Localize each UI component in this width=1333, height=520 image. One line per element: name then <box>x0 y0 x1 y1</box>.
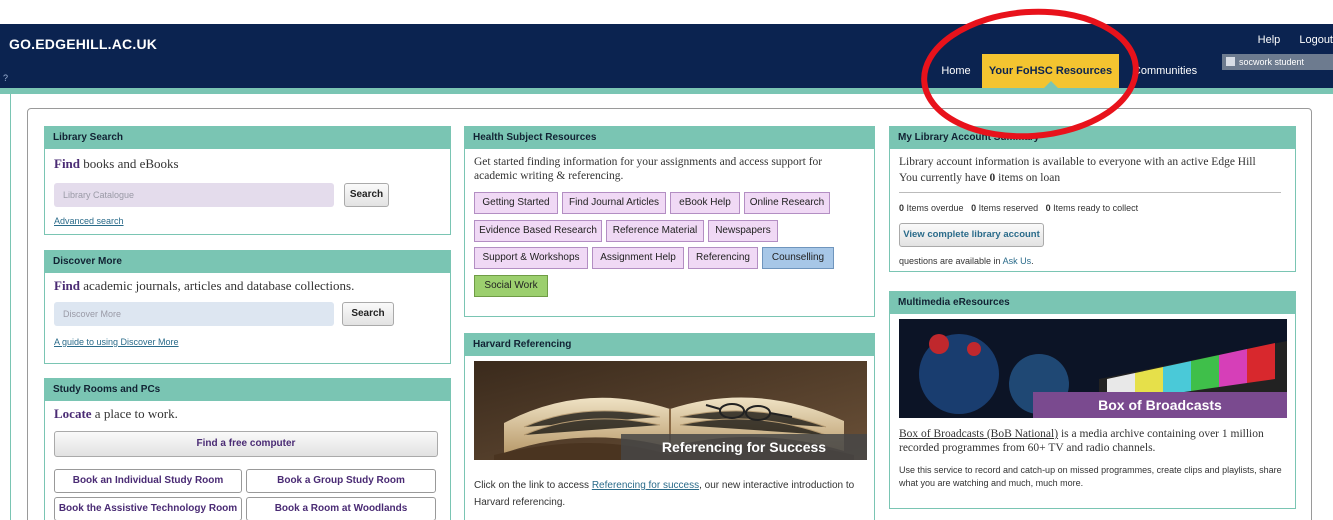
tag-getting-started[interactable]: Getting Started <box>474 192 558 214</box>
tag-referencing[interactable]: Referencing <box>688 247 758 269</box>
panel-title: Harvard Referencing <box>465 334 874 356</box>
tag-online-research[interactable]: Online Research <box>744 192 830 214</box>
tag-newspapers[interactable]: Newspapers <box>708 220 778 242</box>
box-of-broadcasts-banner[interactable]: Box of Broadcasts <box>899 319 1287 418</box>
library-account-panel: My Library Account Summary Library accou… <box>889 126 1296 272</box>
book-assistive-room-button[interactable]: Book the Assistive Technology Room <box>54 497 242 520</box>
tag-social-work[interactable]: Social Work <box>474 275 548 297</box>
referencing-banner[interactable]: Referencing for Success <box>474 361 867 460</box>
loan-after: items on loan <box>995 172 1061 184</box>
questions-before: questions are available in <box>899 256 1003 266</box>
find-journals-text: Find academic journals, articles and dat… <box>54 278 354 294</box>
item-counts: 0 Items overdue 0 Items reserved 0 Items… <box>899 203 1138 213</box>
logout-link[interactable]: Logout <box>1299 34 1333 46</box>
questions-end: . <box>1031 256 1034 266</box>
view-library-account-button[interactable]: View complete library account <box>899 223 1044 247</box>
tag-evidence-based-research[interactable]: Evidence Based Research <box>474 220 602 242</box>
overdue-label: Items overdue <box>904 203 964 213</box>
top-header: GO.EDGEHILL.AC.UK ? Help Logout Home You… <box>0 24 1333 89</box>
tag-support-workshops[interactable]: Support & Workshops <box>474 247 588 269</box>
advanced-search-link[interactable]: Advanced search <box>54 216 124 226</box>
discover-guide-link[interactable]: A guide to using Discover More <box>54 337 179 347</box>
top-links: Help Logout <box>1242 34 1333 46</box>
account-info: Library account information is available… <box>899 154 1291 186</box>
book-woodlands-room-button[interactable]: Book a Room at Woodlands <box>246 497 436 520</box>
tag-reference-material[interactable]: Reference Material <box>606 220 704 242</box>
tag-find-journal-articles[interactable]: Find Journal Articles <box>562 192 666 214</box>
book-individual-room-button[interactable]: Book an Individual Study Room <box>54 469 242 493</box>
account-divider <box>899 192 1281 193</box>
banner-text: Referencing for Success <box>661 439 827 455</box>
harvard-text-before: Click on the link to access <box>474 480 592 491</box>
bob-usage-text: Use this service to record and catch-up … <box>899 465 1282 488</box>
reserved-label: Items reserved <box>976 203 1039 213</box>
tag-assignment-help[interactable]: Assignment Help <box>592 247 684 269</box>
tag-ebook-help[interactable]: eBook Help <box>670 192 740 214</box>
panel-title: Library Search <box>45 127 450 149</box>
user-menu[interactable]: socwork student <box>1222 54 1333 70</box>
study-rooms-panel: Study Rooms and PCs Locate a place to wo… <box>44 378 451 520</box>
find-bold: Find <box>54 156 81 171</box>
loan-line: You currently have 0 items on loan <box>899 170 1291 186</box>
bob-banner-label: Box of Broadcasts <box>1033 392 1287 418</box>
nav-communities[interactable]: Communities <box>1124 54 1206 88</box>
book-group-room-button[interactable]: Book a Group Study Room <box>246 469 436 493</box>
find-bold: Find <box>54 278 81 293</box>
help-link[interactable]: Help <box>1258 34 1281 46</box>
account-info-line: Library account information is available… <box>899 156 1256 168</box>
multimedia-panel: Multimedia eResources Box of Broadcasts … <box>889 291 1296 509</box>
referencing-banner-label: Referencing for Success <box>621 434 867 460</box>
tag-counselling[interactable]: Counselling <box>762 247 834 269</box>
nav-resources-label: Your FoHSC Resources <box>988 65 1113 77</box>
health-resources-panel: Health Subject Resources Get started fin… <box>464 126 875 317</box>
discover-search-button[interactable]: Search <box>342 302 394 326</box>
bob-description: Box of Broadcasts (BoB National) is a me… <box>899 427 1291 455</box>
discover-more-input[interactable]: Discover More <box>54 302 334 326</box>
locate-rest: a place to work. <box>91 406 178 421</box>
find-free-computer-button[interactable]: Find a free computer <box>54 431 438 457</box>
find-rest: books and eBooks <box>80 156 179 171</box>
find-rest: academic journals, articles and database… <box>80 278 355 293</box>
harvard-referencing-panel: Harvard Referencing Referencing for Succ… <box>464 333 875 520</box>
bob-link[interactable]: Box of Broadcasts (BoB National) <box>899 428 1058 440</box>
library-search-button[interactable]: Search <box>344 183 389 207</box>
main-nav: Home Your FoHSC Resources Communities <box>0 54 1333 89</box>
loan-before: You currently have <box>899 172 990 184</box>
panel-title: Discover More <box>45 251 450 273</box>
user-name: socwork student <box>1239 57 1305 67</box>
locate-text: Locate a place to work. <box>54 406 178 422</box>
harvard-text: Click on the link to access Referencing … <box>474 477 866 511</box>
panel-title: Health Subject Resources <box>465 127 874 149</box>
library-search-panel: Library Search Find books and eBooks Lib… <box>44 126 451 235</box>
nav-home[interactable]: Home <box>933 54 979 88</box>
health-intro: Get started finding information for your… <box>474 156 823 182</box>
library-catalogue-input[interactable]: Library Catalogue <box>54 183 334 207</box>
ready-label: Items ready to collect <box>1050 203 1139 213</box>
referencing-for-success-link[interactable]: Referencing for success <box>592 480 699 491</box>
panel-title: Multimedia eResources <box>890 292 1295 314</box>
questions-text: questions are available in Ask Us. <box>899 256 1034 266</box>
discover-more-panel: Discover More Find academic journals, ar… <box>44 250 451 364</box>
locate-bold: Locate <box>54 406 92 421</box>
find-books-text: Find books and eBooks <box>54 156 179 172</box>
nav-your-fohsc-resources[interactable]: Your FoHSC Resources <box>982 54 1119 89</box>
panel-title: My Library Account Summary <box>890 127 1295 149</box>
ask-us-link[interactable]: Ask Us <box>1003 256 1032 266</box>
site-brand[interactable]: GO.EDGEHILL.AC.UK <box>9 36 157 52</box>
avatar-icon <box>1226 57 1235 66</box>
panel-title: Study Rooms and PCs <box>45 379 450 401</box>
banner-text: Box of Broadcasts <box>1098 397 1222 413</box>
